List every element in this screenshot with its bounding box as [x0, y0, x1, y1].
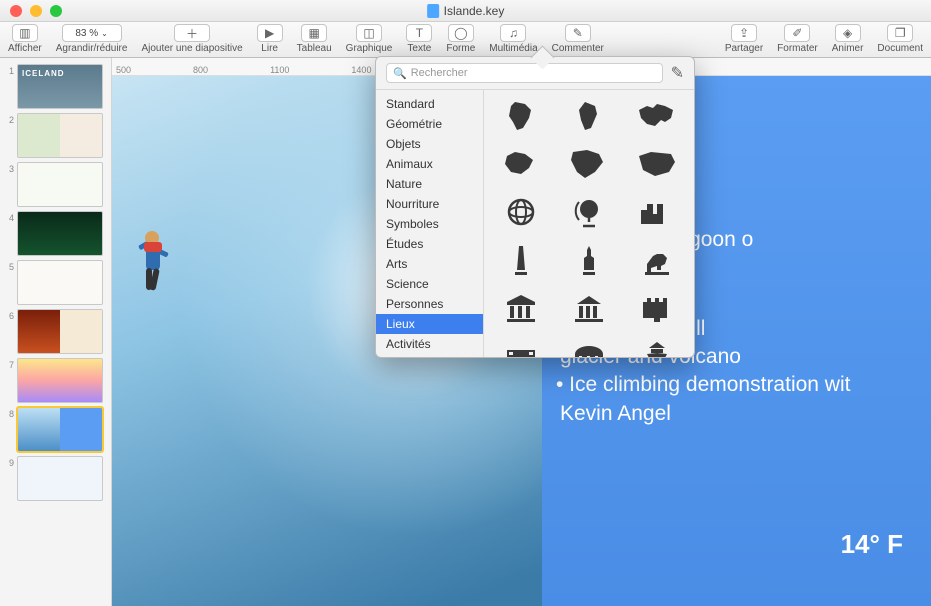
shape-category-list[interactable]: StandardGéométrieObjetsAnimauxNatureNour… — [376, 90, 484, 357]
shape-category-science[interactable]: Science — [376, 274, 483, 294]
play-icon: ▶ — [257, 24, 283, 42]
shape-icon: ◯ — [448, 24, 474, 42]
media-button[interactable]: ♫ Multimédia — [489, 24, 537, 54]
shape-category-symboles[interactable]: Symboles — [376, 214, 483, 234]
slide-thumb-3[interactable]: 3 — [0, 160, 111, 209]
shape-building-columns[interactable] — [501, 292, 541, 324]
window-controls — [0, 5, 62, 17]
shape-category-nourriture[interactable]: Nourriture — [376, 194, 483, 214]
shape-temple[interactable] — [569, 292, 609, 324]
slide-thumb-4[interactable]: 4 — [0, 209, 111, 258]
shape-continent-south-america[interactable] — [569, 100, 609, 132]
slide-thumb-8[interactable]: 8 — [0, 405, 111, 454]
slide-thumb-6[interactable]: 6 — [0, 307, 111, 356]
search-placeholder: Rechercher — [411, 67, 468, 79]
text-icon: T — [406, 24, 432, 42]
slide-thumb-7[interactable]: 7 — [0, 356, 111, 405]
table-icon: ▦ — [301, 24, 327, 42]
titlebar: Islande.key — [0, 0, 931, 22]
comment-button[interactable]: ✎ Commenter — [552, 24, 604, 54]
view-icon: ▥ — [12, 24, 38, 42]
shape-castle[interactable] — [637, 292, 677, 324]
shapes-search-input[interactable]: 🔍 Rechercher — [386, 63, 663, 83]
slide-line: Kevin Angel — [556, 400, 915, 428]
play-button[interactable]: ▶ Lire — [257, 24, 283, 54]
shape-obelisk[interactable] — [501, 244, 541, 276]
toolbar: ▥ Afficher 83 % ⌄ Agrandir/réduire ＋ Ajo… — [0, 22, 931, 58]
shape-category-études[interactable]: Études — [376, 234, 483, 254]
shape-category-standard[interactable]: Standard — [376, 94, 483, 114]
chevron-down-icon: ⌄ — [101, 29, 108, 38]
shape-country-usa[interactable] — [637, 148, 677, 180]
shape-button[interactable]: ◯ Forme — [446, 24, 475, 54]
animate-icon: ◈ — [835, 24, 861, 42]
document-title-text: Islande.key — [444, 4, 505, 18]
shape-category-personnes[interactable]: Personnes — [376, 294, 483, 314]
share-icon: ⇪ — [731, 24, 757, 42]
shape-category-nature[interactable]: Nature — [376, 174, 483, 194]
document-title: Islande.key — [427, 4, 505, 18]
shape-category-objets[interactable]: Objets — [376, 134, 483, 154]
animate-button[interactable]: ◈ Animer — [832, 24, 864, 54]
slide-navigator[interactable]: 1 2 3 4 5 6 7 8 9 — [0, 58, 112, 606]
shape-globe-grid[interactable] — [501, 196, 541, 228]
shape-globe-stand[interactable] — [569, 196, 609, 228]
temperature-label: 14° F — [841, 527, 903, 562]
keynote-doc-icon — [427, 4, 439, 18]
shape-world-map[interactable] — [637, 100, 677, 132]
shape-category-arts[interactable]: Arts — [376, 254, 483, 274]
document-button[interactable]: ❐ Document — [877, 24, 923, 54]
shape-film-strip[interactable] — [501, 340, 541, 357]
shape-pagoda[interactable] — [637, 340, 677, 357]
shape-category-animaux[interactable]: Animaux — [376, 154, 483, 174]
shape-city-skyline[interactable] — [637, 196, 677, 228]
plus-icon: ＋ — [174, 24, 210, 42]
table-button[interactable]: ▦ Tableau — [297, 24, 332, 54]
shape-continent-europe[interactable] — [501, 148, 541, 180]
popover-search-row: 🔍 Rechercher ✎ — [376, 57, 694, 90]
comment-icon: ✎ — [565, 24, 591, 42]
brush-icon: ✐ — [784, 24, 810, 42]
climber-figure — [130, 226, 190, 316]
shape-continent-africa[interactable] — [501, 100, 541, 132]
document-icon: ❐ — [887, 24, 913, 42]
shape-statue-horse[interactable] — [637, 244, 677, 276]
zoom-control[interactable]: 83 % ⌄ Agrandir/réduire — [56, 24, 128, 54]
slide-thumb-5[interactable]: 5 — [0, 258, 111, 307]
slide-thumb-2[interactable]: 2 — [0, 111, 111, 160]
slide-thumb-1[interactable]: 1 — [0, 62, 111, 111]
format-button[interactable]: ✐ Formater — [777, 24, 818, 54]
view-button[interactable]: ▥ Afficher — [8, 24, 42, 54]
chart-button[interactable]: ◫ Graphique — [346, 24, 393, 54]
shape-category-géométrie[interactable]: Géométrie — [376, 114, 483, 134]
minimize-button[interactable] — [30, 5, 42, 17]
shape-colosseum[interactable] — [569, 340, 609, 357]
share-button[interactable]: ⇪ Partager — [725, 24, 763, 54]
shape-category-lieux[interactable]: Lieux — [376, 314, 483, 334]
shapes-popover: 🔍 Rechercher ✎ StandardGéométrieObjetsAn… — [375, 56, 695, 358]
slide-thumb-9[interactable]: 9 — [0, 454, 111, 503]
chart-icon: ◫ — [356, 24, 382, 42]
shape-continent-north-america[interactable] — [569, 148, 609, 180]
search-icon: 🔍 — [393, 67, 407, 80]
slide-line: • Ice climbing demonstration wit — [556, 371, 915, 399]
pencil-icon[interactable]: ✎ — [671, 63, 684, 83]
add-slide-button[interactable]: ＋ Ajouter une diapositive — [141, 24, 242, 54]
close-button[interactable] — [10, 5, 22, 17]
maximize-button[interactable] — [50, 5, 62, 17]
text-button[interactable]: T Texte — [406, 24, 432, 54]
zoom-dropdown[interactable]: 83 % ⌄ — [62, 24, 122, 42]
shape-grid[interactable] — [484, 90, 694, 357]
media-icon: ♫ — [500, 24, 526, 42]
shape-statue-liberty[interactable] — [569, 244, 609, 276]
shape-category-activités[interactable]: Activités — [376, 334, 483, 354]
